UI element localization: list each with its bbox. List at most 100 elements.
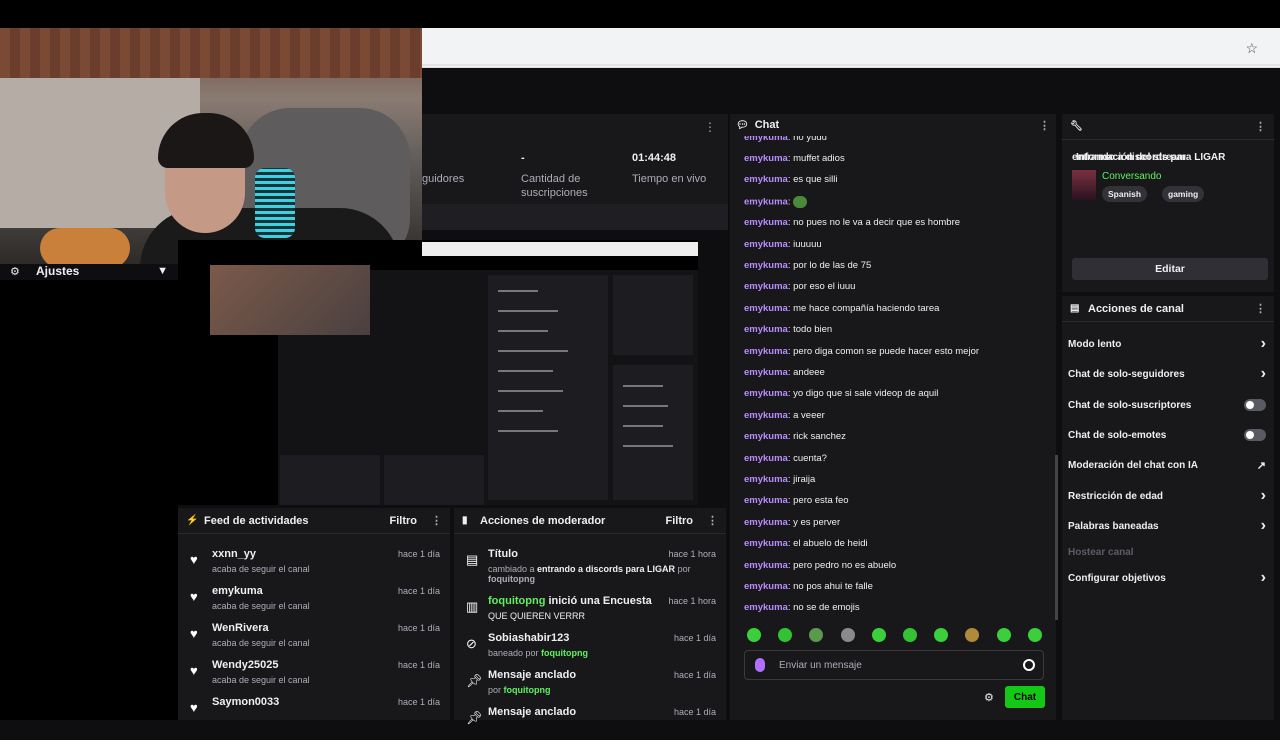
mod-action-item[interactable]: 📌︎ Mensaje anclado hace 1 día xyxy=(454,704,726,740)
feed-item-desc: acaba de seguir el canal xyxy=(212,675,310,685)
mod-action-item[interactable]: ⊘ Sobiashabir123 baneado por foquitopng … xyxy=(454,630,726,666)
mod-actions-more-icon[interactable]: ⋮ xyxy=(707,514,718,527)
channel-action-item[interactable]: Palabras baneadas › xyxy=(1068,517,1266,535)
feed-item[interactable]: ♥ Wendy25025 acaba de seguir el canal ha… xyxy=(178,657,450,693)
toggle-switch[interactable] xyxy=(1244,399,1266,411)
edit-stream-button[interactable]: Editar xyxy=(1072,258,1268,280)
chat-username[interactable]: emykuma xyxy=(744,346,788,357)
stream-category[interactable]: Conversando xyxy=(1102,171,1161,182)
live-time-label: Tiempo en vivo xyxy=(632,173,707,185)
chat-username[interactable]: emykuma xyxy=(744,602,788,613)
chat-username[interactable]: emykuma xyxy=(744,367,788,378)
mod-action-item[interactable]: 📌︎ Mensaje anclado por foquitopng hace 1… xyxy=(454,667,726,703)
chat-username[interactable]: emykuma xyxy=(744,324,788,335)
chevron-right-icon: › xyxy=(1260,517,1266,534)
chat-username[interactable]: emykuma xyxy=(744,538,788,549)
chat-message-list[interactable]: emykuma: no yudu emykuma: muffet adios emy… xyxy=(744,136,1044,624)
stream-tag[interactable]: Spanish xyxy=(1102,186,1148,202)
emote-suggestion[interactable] xyxy=(747,628,761,642)
mod-action-item[interactable]: ▤ Título cambiado a entrando a discords … xyxy=(454,546,726,584)
feed-item[interactable]: ♥ emykuma acaba de seguir el canal hace … xyxy=(178,583,450,619)
stream-info-more-icon[interactable]: ⋮ xyxy=(1255,120,1266,133)
chat-message: emykuma: el abuelo de heidi xyxy=(744,538,868,550)
chat-more-icon[interactable]: ⋮ xyxy=(1039,119,1050,132)
chat-text: iuuuuu xyxy=(793,238,822,250)
preview-browser-bar xyxy=(422,242,698,256)
bookmark-star-icon[interactable]: ☆ xyxy=(1245,40,1258,57)
chat-username: emykuma xyxy=(744,136,788,143)
chat-username[interactable]: emykuma xyxy=(744,196,788,207)
chat-text: pero pedro no es abuelo xyxy=(793,559,897,571)
activity-feed-more-icon[interactable]: ⋮ xyxy=(431,514,442,527)
channel-action-item[interactable]: Chat de solo-emotes xyxy=(1068,426,1266,444)
chat-input[interactable]: Enviar un mensaje xyxy=(744,650,1044,680)
chat-bubble-icon: 💬︎ xyxy=(736,119,749,131)
shield-icon: ▮ xyxy=(462,515,468,526)
mod-actions-header: ▮ Acciones de moderador Filtro ⋮ xyxy=(454,508,726,534)
stream-tag[interactable]: gaming xyxy=(1162,186,1205,202)
chat-settings-gear-icon[interactable]: ⚙ xyxy=(984,691,994,704)
chat-username[interactable]: emykuma xyxy=(744,239,788,250)
chevron-down-icon[interactable]: ▼ xyxy=(157,265,168,277)
toggle-switch[interactable] xyxy=(1244,429,1266,441)
chat-username[interactable]: emykuma xyxy=(744,560,788,571)
live-time-value: 01:44:48 xyxy=(632,152,677,164)
chat-username[interactable]: emykuma xyxy=(744,431,788,442)
emote-suggestion[interactable] xyxy=(1027,628,1042,642)
chat-text: rick sanchez xyxy=(793,431,846,443)
channel-actions-more-icon[interactable]: ⋮ xyxy=(1255,302,1266,315)
chat-username[interactable]: emykuma xyxy=(744,474,788,485)
channel-action-item[interactable]: Restricción de edad › xyxy=(1068,487,1266,505)
emote-suggestion[interactable] xyxy=(809,628,824,642)
channel-action-item[interactable]: Chat de solo-suscriptores xyxy=(1068,396,1266,414)
emote-suggestion[interactable] xyxy=(996,628,1011,642)
chat-username[interactable]: emykuma xyxy=(744,517,788,528)
channel-action-label: Chat de solo-suscriptores xyxy=(1068,399,1192,411)
chat-username[interactable]: emykuma xyxy=(744,260,788,271)
emote-suggestion[interactable] xyxy=(934,628,949,642)
channel-action-item[interactable]: Moderación del chat con IA ↗ xyxy=(1068,456,1266,474)
emote-suggestion[interactable] xyxy=(778,628,793,642)
emote-picker-icon[interactable] xyxy=(1023,659,1035,671)
chat-username[interactable]: emykuma xyxy=(744,174,788,185)
channel-action-label: Hostear canal xyxy=(1068,546,1134,558)
microphone-icon[interactable] xyxy=(755,658,765,672)
chat-text: por eso el iuuu xyxy=(793,281,856,293)
mod-action-title: foquitopng inició una Encuesta xyxy=(488,595,652,607)
chat-username[interactable]: emykuma xyxy=(744,388,788,399)
chat-username[interactable]: emykuma xyxy=(744,281,788,292)
chat-message: emykuma: me hace compañía haciendo tarea xyxy=(744,302,940,314)
stats-separator xyxy=(422,204,728,230)
mod-action-desc: QUE QUIEREN VERRR xyxy=(488,611,586,621)
emote-suggestion[interactable] xyxy=(871,628,886,642)
chat-text: andeee xyxy=(793,367,825,378)
channel-action-item[interactable]: Chat de solo-seguidores › xyxy=(1068,365,1266,383)
emote-suggestion[interactable] xyxy=(840,628,855,642)
chat-username[interactable]: emykuma xyxy=(744,153,788,164)
mod-action-item[interactable]: ▥ foquitopng inició una Encuesta QUE QUI… xyxy=(454,593,726,629)
emote-suggestion[interactable] xyxy=(903,628,917,642)
chat-username[interactable]: emykuma xyxy=(744,217,788,228)
settings-section[interactable]: ⚙ Ajustes ▼ xyxy=(0,262,178,280)
activity-feed-filter-button[interactable]: Filtro xyxy=(390,515,418,527)
chat-message: emykuma: cuenta? xyxy=(744,452,827,464)
chat-message: emykuma: muffet adios xyxy=(744,153,845,164)
chat-username[interactable]: emykuma xyxy=(744,303,788,314)
chat-username[interactable]: emykuma xyxy=(744,453,788,464)
stats-more-icon[interactable]: ⋮ xyxy=(704,120,716,134)
chat-send-button[interactable]: Chat xyxy=(1005,686,1045,708)
chevron-right-icon: › xyxy=(1260,365,1266,382)
feed-item[interactable]: ♥ xxnn_yy acaba de seguir el canal hace … xyxy=(178,546,450,582)
chat-username[interactable]: emykuma xyxy=(744,581,788,592)
heart-icon: ♥ xyxy=(190,552,198,567)
feed-item[interactable]: ♥ Saymon0033 hace 1 día xyxy=(178,694,450,730)
chat-scrollbar[interactable] xyxy=(1055,455,1058,620)
chat-text: y es perver xyxy=(793,516,841,528)
emote-suggestion[interactable] xyxy=(965,628,980,642)
channel-action-item[interactable]: Configurar objetivos › xyxy=(1068,569,1266,587)
channel-action-item[interactable]: Modo lento › xyxy=(1068,335,1266,353)
feed-item[interactable]: ♥ WenRivera acaba de seguir el canal hac… xyxy=(178,620,450,656)
chat-username[interactable]: emykuma xyxy=(744,495,788,506)
mod-actions-filter-button[interactable]: Filtro xyxy=(666,515,694,527)
chat-username[interactable]: emykuma xyxy=(744,410,788,421)
